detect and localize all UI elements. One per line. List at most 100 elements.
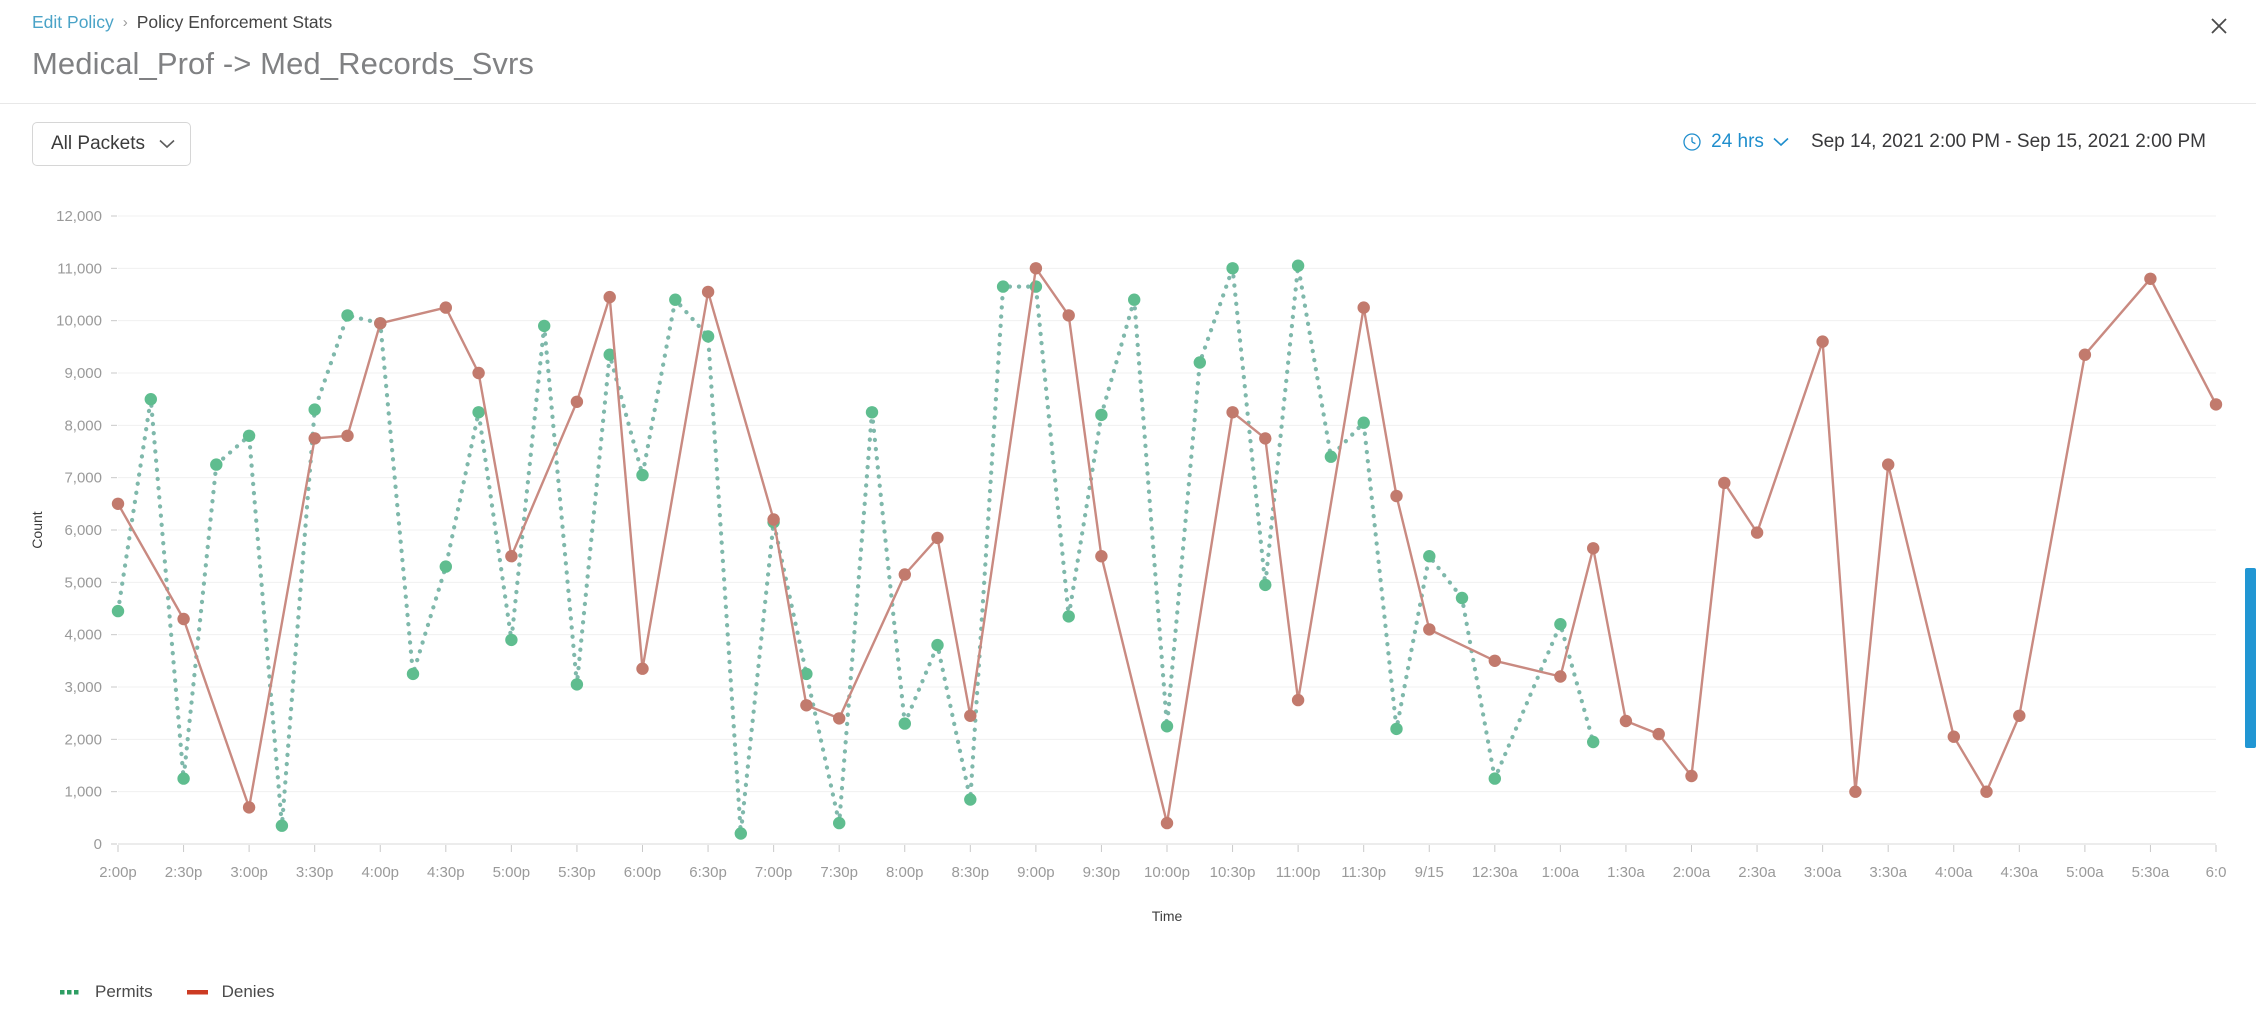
data-point-marker[interactable] <box>898 717 911 730</box>
y-axis-tick-label: 0 <box>94 836 102 853</box>
data-point-marker[interactable] <box>439 560 452 573</box>
data-point-marker[interactable] <box>2144 272 2157 285</box>
data-point-marker[interactable] <box>505 633 518 647</box>
data-point-marker[interactable] <box>931 638 944 652</box>
data-point-marker[interactable] <box>1062 610 1075 623</box>
data-point-marker[interactable] <box>1554 618 1567 631</box>
data-point-marker[interactable] <box>603 290 616 304</box>
data-point-marker[interactable] <box>2078 348 2092 361</box>
data-point-marker[interactable] <box>1685 769 1698 783</box>
data-point-marker[interactable] <box>1160 720 1174 733</box>
data-point-marker[interactable] <box>1357 301 1370 314</box>
data-point-marker[interactable] <box>570 678 584 691</box>
data-point-marker[interactable] <box>767 513 780 526</box>
data-point-marker[interactable] <box>1423 623 1436 636</box>
data-point-marker[interactable] <box>111 497 125 510</box>
data-point-marker[interactable] <box>1587 542 1600 555</box>
data-point-marker[interactable] <box>1718 476 1731 490</box>
packet-filter-dropdown[interactable]: All Packets <box>32 122 191 166</box>
data-point-marker[interactable] <box>1259 432 1272 445</box>
data-point-marker[interactable] <box>1390 722 1403 736</box>
data-point-marker[interactable] <box>1488 772 1502 785</box>
data-point-marker[interactable] <box>996 280 1010 293</box>
data-point-marker[interactable] <box>1554 670 1567 683</box>
data-point-marker[interactable] <box>538 319 551 333</box>
data-point-marker[interactable] <box>1062 309 1075 322</box>
breadcrumb-link-edit-policy[interactable]: Edit Policy <box>32 13 114 32</box>
data-point-marker[interactable] <box>570 395 584 408</box>
data-point-marker[interactable] <box>1128 293 1141 306</box>
legend-item-permits[interactable]: Permits <box>60 982 153 1002</box>
data-point-marker[interactable] <box>374 317 387 330</box>
data-point-marker[interactable] <box>341 309 354 322</box>
packet-filter-label: All Packets <box>51 133 145 154</box>
data-point-marker[interactable] <box>1390 489 1403 503</box>
data-point-marker[interactable] <box>275 819 289 832</box>
data-point-marker[interactable] <box>472 406 485 419</box>
data-point-marker[interactable] <box>1423 550 1436 563</box>
data-point-marker[interactable] <box>1226 406 1239 419</box>
data-point-marker[interactable] <box>1750 526 1764 539</box>
data-point-marker[interactable] <box>1193 356 1207 369</box>
data-point-marker[interactable] <box>1947 730 1961 743</box>
data-point-marker[interactable] <box>1291 693 1305 707</box>
data-point-marker[interactable] <box>144 393 157 406</box>
x-axis-tick-label: 10:00p <box>1144 864 1190 881</box>
data-point-marker[interactable] <box>2209 398 2223 411</box>
data-point-marker[interactable] <box>734 827 747 840</box>
series-permits[interactable] <box>111 259 1600 840</box>
data-point-marker[interactable] <box>1652 727 1665 741</box>
data-point-marker[interactable] <box>800 699 813 712</box>
data-point-marker[interactable] <box>308 432 321 445</box>
data-point-marker[interactable] <box>1882 458 1895 471</box>
data-point-marker[interactable] <box>1226 262 1239 275</box>
data-point-marker[interactable] <box>964 709 977 722</box>
data-point-marker[interactable] <box>406 667 420 681</box>
data-point-marker[interactable] <box>111 604 125 618</box>
data-point-marker[interactable] <box>1619 714 1633 728</box>
data-point-marker[interactable] <box>1095 408 1108 422</box>
vertical-scroll-handle[interactable] <box>2245 568 2256 748</box>
data-point-marker[interactable] <box>210 458 223 471</box>
data-point-marker[interactable] <box>1849 785 1862 798</box>
data-point-marker[interactable] <box>505 550 518 563</box>
data-point-marker[interactable] <box>636 662 649 675</box>
data-point-marker[interactable] <box>472 366 485 380</box>
data-point-marker[interactable] <box>964 793 977 806</box>
data-point-marker[interactable] <box>701 330 715 343</box>
policy-enforcement-line-chart[interactable]: 0 1,000 2,000 3,000 4,000 5,000 6,000 7,000 8,00… <box>0 176 2256 976</box>
data-point-marker[interactable] <box>1587 735 1600 749</box>
data-point-marker[interactable] <box>1980 785 1993 798</box>
data-point-marker[interactable] <box>1291 259 1305 272</box>
data-point-marker[interactable] <box>242 801 256 814</box>
series-denies[interactable] <box>111 262 2223 830</box>
legend-item-denies[interactable]: Denies <box>186 982 275 1002</box>
data-point-marker[interactable] <box>341 429 354 442</box>
data-point-marker[interactable] <box>439 301 452 314</box>
data-point-marker[interactable] <box>177 772 190 785</box>
time-range-dropdown[interactable]: 24 hrs <box>1682 131 1789 153</box>
data-point-marker[interactable] <box>242 429 256 442</box>
data-point-marker[interactable] <box>1160 816 1174 830</box>
policy-enforcement-stats-page: Edit Policy › Policy Enforcement Stats M… <box>0 0 2256 1024</box>
data-point-marker[interactable] <box>833 816 846 830</box>
data-point-marker[interactable] <box>636 468 649 482</box>
data-point-marker[interactable] <box>865 406 879 419</box>
data-point-marker[interactable] <box>669 293 682 306</box>
data-point-marker[interactable] <box>1357 416 1370 429</box>
data-point-marker[interactable] <box>177 612 190 626</box>
data-point-marker[interactable] <box>701 285 715 299</box>
close-button[interactable] <box>2204 11 2234 41</box>
data-point-marker[interactable] <box>1259 578 1272 592</box>
data-point-marker[interactable] <box>1488 654 1502 667</box>
data-point-marker[interactable] <box>898 568 911 581</box>
data-point-marker[interactable] <box>931 531 944 545</box>
data-point-marker[interactable] <box>1816 335 1829 348</box>
data-point-marker[interactable] <box>2013 709 2026 722</box>
data-point-marker[interactable] <box>1324 450 1338 463</box>
data-point-marker[interactable] <box>1455 591 1469 605</box>
data-point-marker[interactable] <box>308 403 321 416</box>
data-point-marker[interactable] <box>833 712 846 725</box>
data-point-marker[interactable] <box>1029 262 1043 275</box>
data-point-marker[interactable] <box>1095 550 1108 563</box>
